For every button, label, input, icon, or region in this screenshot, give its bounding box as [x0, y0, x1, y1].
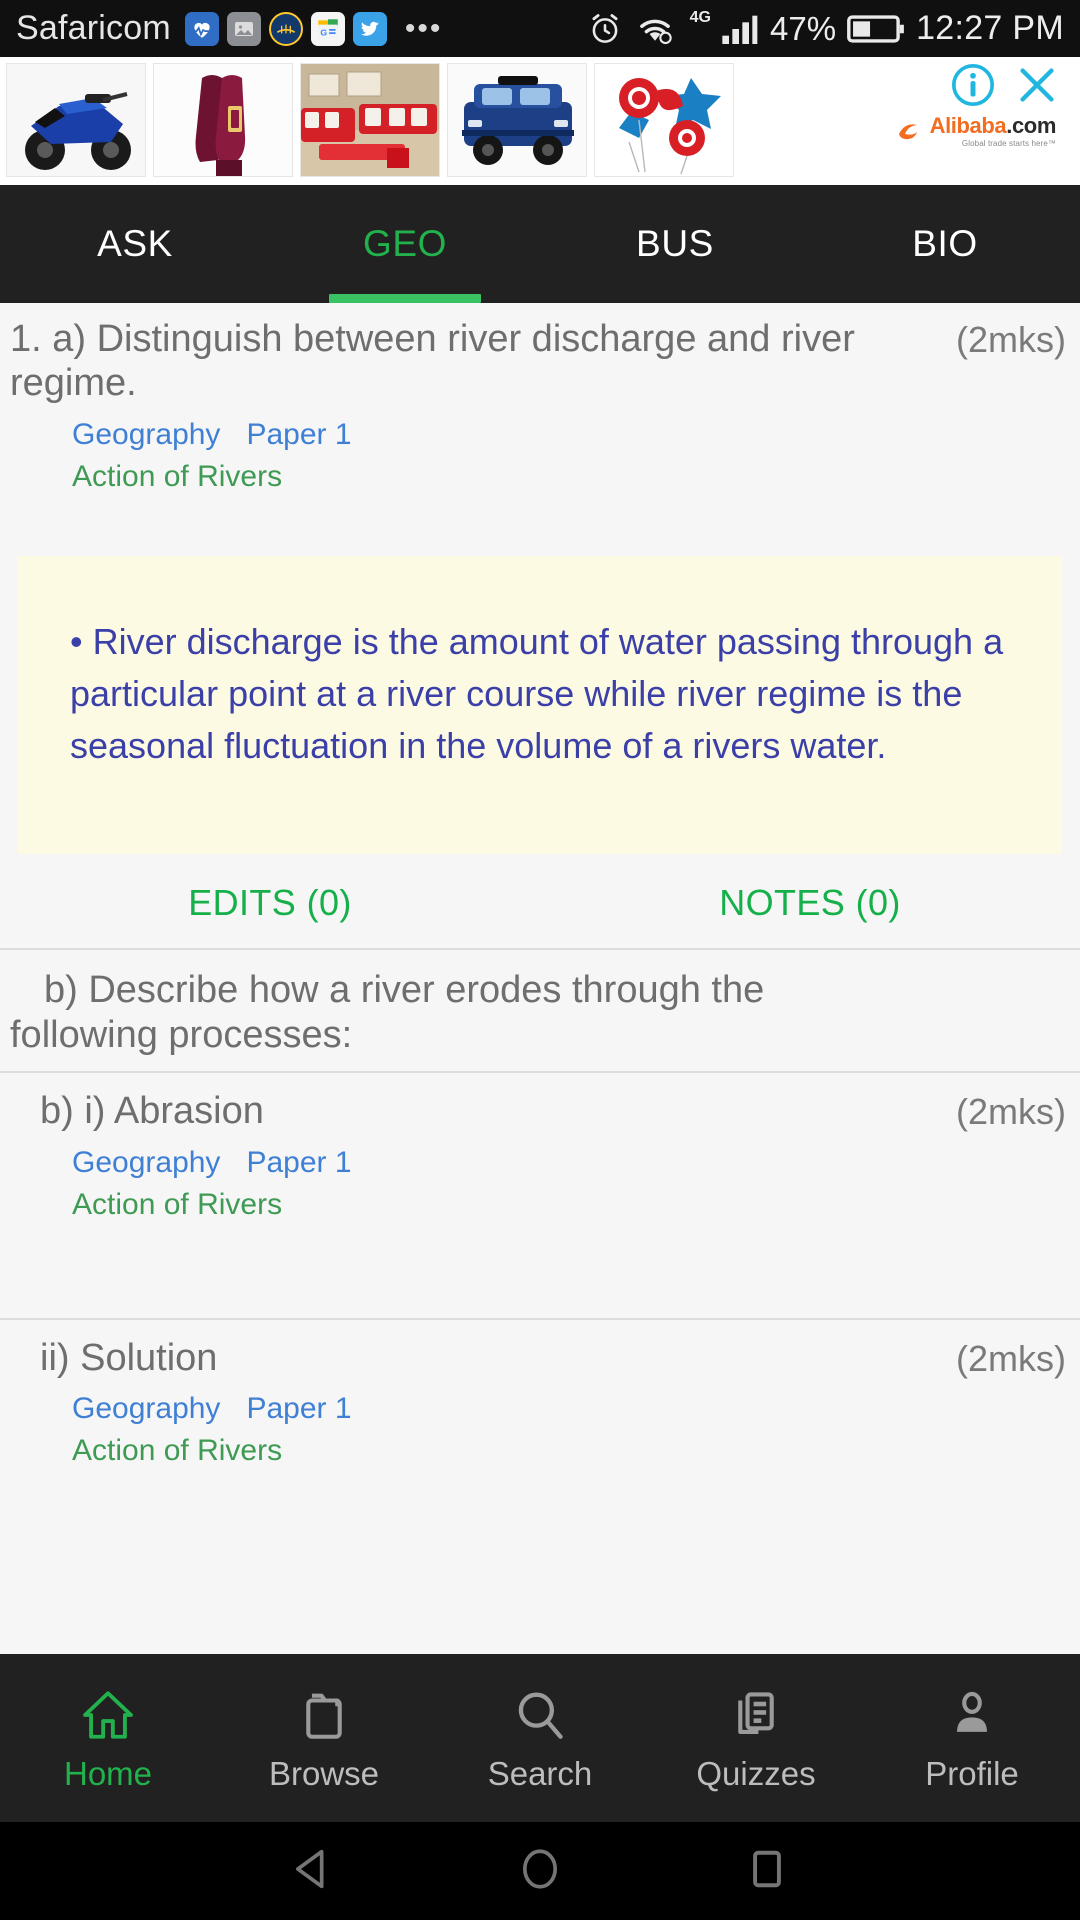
subject-tab-bar[interactable]: ASK GEO BUS BIO [0, 185, 1080, 303]
question-item-b-i[interactable]: b) i) Abrasion (2mks) Geography Paper 1 … [0, 1073, 1080, 1318]
question-item-1a[interactable]: 1. a) Distinguish between river discharg… [0, 303, 1080, 494]
svg-text:G: G [320, 27, 327, 37]
answer-text: • River discharge is the amount of water… [70, 620, 1004, 767]
ad-controls-and-branding: Alibaba.com Global trade starts here™ [840, 61, 1070, 181]
nav-label: Search [487, 1754, 593, 1792]
wifi-icon [634, 12, 676, 46]
edits-button[interactable]: EDITS (0) [0, 882, 540, 924]
question-metadata: Geography Paper 1 Action of Rivers [10, 1146, 1066, 1222]
network-type-label: 4G [689, 8, 711, 26]
question-marks: (2mks) [956, 319, 1066, 360]
ad-product-maroon-ankle-boots[interactable] [153, 63, 293, 177]
tab-label: BUS [636, 223, 714, 264]
android-navigation-bar[interactable] [0, 1822, 1080, 1920]
twitter-icon [352, 11, 387, 46]
nav-item-quizzes[interactable]: Quizzes [648, 1684, 864, 1793]
nav-label: Home [63, 1754, 153, 1792]
bottom-navigation-bar[interactable]: Home Browse Search Quizzes Profile [0, 1654, 1080, 1822]
advertiser-domain: .com [1006, 113, 1056, 138]
battery-percent-label: 47% [770, 9, 837, 47]
ad-product-number-five-foil-balloons[interactable] [594, 63, 734, 177]
nav-label: Profile [925, 1754, 1019, 1792]
basketball-team-icon [268, 11, 303, 46]
question-marks: (2mks) [956, 1337, 1066, 1379]
back-triangle-icon[interactable] [287, 1843, 339, 1900]
tab-label: BIO [912, 223, 978, 264]
health-icon [184, 11, 219, 46]
question-metadata: Geography Paper 1 Action of Rivers [10, 418, 1066, 494]
tab-bus[interactable]: BUS [540, 185, 810, 303]
advertiser-name: Alibaba [929, 113, 1007, 138]
alarm-icon [587, 11, 623, 47]
notes-button[interactable]: NOTES (0) [540, 882, 1080, 924]
subject-tag[interactable]: Geography [72, 1392, 220, 1426]
tab-ask[interactable]: ASK [0, 185, 270, 303]
person-icon [942, 1684, 1002, 1746]
home-circle-icon[interactable] [514, 1843, 566, 1900]
advertisement-banner[interactable]: Alibaba.com Global trade starts here™ [0, 57, 1080, 185]
cellular-signal-icon [719, 12, 759, 46]
battery-icon [847, 12, 905, 46]
tab-label: ASK [97, 223, 173, 264]
part-b-intro-line2: following processes: [10, 1013, 353, 1056]
topic-tag[interactable]: Action of Rivers [72, 1188, 1066, 1222]
nav-item-profile[interactable]: Profile [864, 1684, 1080, 1793]
part-b-intro-line1: b) Describe how a river erodes through t… [44, 969, 765, 1012]
nav-label: Quizzes [696, 1754, 816, 1792]
active-tab-indicator [329, 294, 481, 303]
recents-square-icon[interactable] [741, 1843, 793, 1900]
phone-screen: Safaricom G ••• 4G 47% 12:27 PM Alibaba.… [0, 0, 1080, 1920]
nav-label: Browse [268, 1754, 380, 1792]
paper-tag[interactable]: Paper 1 [246, 1392, 351, 1426]
subject-tag[interactable]: Geography [72, 418, 220, 452]
info-icon[interactable] [950, 62, 996, 113]
question-metadata: Geography Paper 1 Action of Rivers [10, 1392, 1066, 1468]
topic-tag[interactable]: Action of Rivers [72, 460, 1066, 494]
status-bar: Safaricom G ••• 4G 47% 12:27 PM [0, 0, 1080, 57]
question-marks: (2mks) [956, 1091, 1066, 1133]
paper-tag[interactable]: Paper 1 [246, 1146, 351, 1180]
tab-label: GEO [362, 223, 448, 264]
advertiser-logo[interactable]: Alibaba.com Global trade starts here™ [840, 113, 1070, 148]
home-icon [78, 1684, 138, 1746]
carrier-label: Safaricom [16, 9, 171, 47]
nav-item-browse[interactable]: Browse [216, 1684, 432, 1793]
search-icon [510, 1684, 570, 1746]
topic-tag[interactable]: Action of Rivers [72, 1434, 1066, 1468]
folder-icon [294, 1684, 354, 1746]
notification-icons: G ••• [184, 11, 443, 46]
question-text: ii) Solution [40, 1336, 218, 1379]
answer-action-row[interactable]: EDITS (0) NOTES (0) [0, 854, 1080, 949]
close-icon[interactable] [1014, 62, 1060, 113]
tab-geo[interactable]: GEO [270, 185, 540, 303]
advertiser-tagline: Global trade starts here™ [961, 139, 1056, 148]
status-right-group: 4G 47% 12:27 PM [587, 9, 1064, 48]
gallery-icon [226, 11, 261, 46]
part-b-intro: b) Describe how a river erodes through t… [0, 950, 1080, 1072]
tab-bio[interactable]: BIO [810, 185, 1080, 303]
google-news-icon: G [310, 11, 345, 46]
notification-overflow-icon: ••• [404, 11, 443, 45]
question-text: 1. a) Distinguish between river discharg… [10, 318, 855, 405]
quiz-document-icon [726, 1684, 786, 1746]
nav-item-home[interactable]: Home [0, 1684, 216, 1793]
ad-product-red-white-sofa-set[interactable] [300, 63, 440, 177]
ad-product-thumbnails[interactable] [6, 63, 734, 177]
question-list[interactable]: 1. a) Distinguish between river discharg… [0, 303, 1080, 1654]
question-text: b) i) Abrasion [40, 1090, 264, 1133]
subject-tag[interactable]: Geography [72, 1146, 220, 1180]
nav-item-search[interactable]: Search [432, 1684, 648, 1793]
answer-card: • River discharge is the amount of water… [18, 555, 1062, 855]
ad-product-blue-kids-ride-on-suv[interactable] [447, 63, 587, 177]
clock-label: 12:27 PM [916, 9, 1064, 47]
question-item-ii[interactable]: ii) Solution (2mks) Geography Paper 1 Ac… [0, 1319, 1080, 1527]
paper-tag[interactable]: Paper 1 [246, 418, 351, 452]
ad-product-kids-electric-motorbike[interactable] [6, 63, 146, 177]
